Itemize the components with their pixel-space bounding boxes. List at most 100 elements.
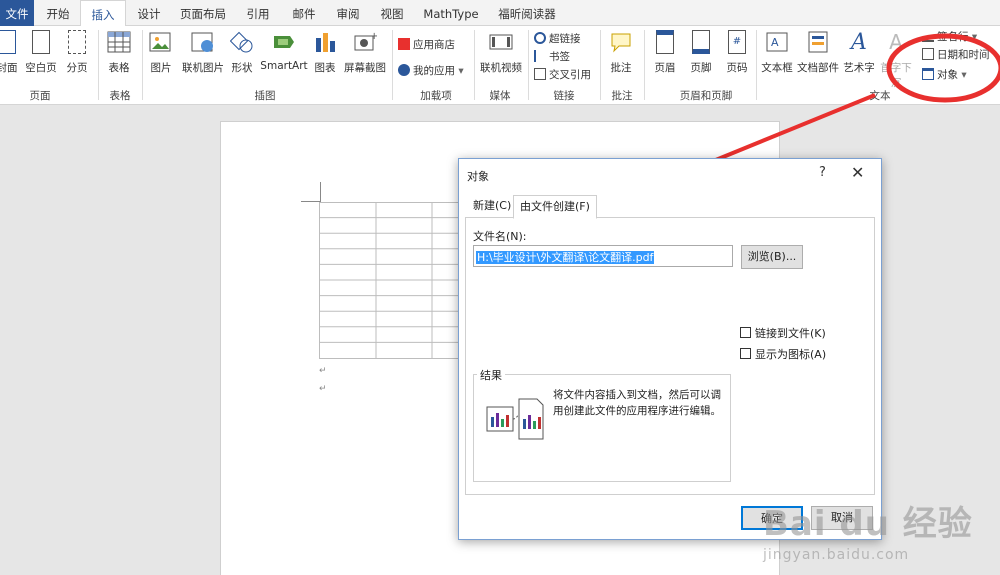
drop-cap-label: 首字下沉 — [880, 62, 912, 89]
store-icon — [398, 38, 410, 50]
object-dialog: 对象 ? ✕ 新建(C) 由文件创建(F) 文件名(N): H:\毕业设计\外文… — [458, 158, 882, 540]
tab-layout[interactable]: 页面布局 — [174, 0, 232, 26]
object-icon — [922, 68, 934, 80]
link-to-file-label: 链接到文件(K) — [755, 327, 826, 340]
hyperlink-label: 超链接 — [549, 33, 581, 45]
blank-page-button[interactable]: 空白页 — [24, 30, 58, 75]
link-to-file-checkbox[interactable]: 链接到文件(K) — [740, 326, 826, 342]
drop-cap-icon: A — [889, 30, 903, 54]
screenshot-button[interactable]: + 屏幕截图 — [342, 30, 388, 75]
watermark-url: jingyan.baidu.com — [763, 547, 910, 563]
cross-reference-label: 交叉引用 — [549, 69, 591, 81]
tab-foxit[interactable]: 福昕阅读器 — [492, 0, 562, 26]
store-button[interactable]: 应用商店 — [398, 36, 455, 54]
object-button[interactable]: 对象 ▾ — [922, 66, 967, 84]
smartart-button[interactable]: SmartArt — [260, 30, 308, 72]
page-number-button[interactable]: # 页码 — [722, 30, 752, 75]
display-as-icon-checkbox[interactable]: 显示为图标(A) — [740, 347, 826, 363]
cover-page-button[interactable]: 封面 — [0, 30, 22, 75]
tab-file[interactable]: 文件 — [0, 0, 34, 26]
store-label: 应用商店 — [413, 39, 455, 51]
table-button[interactable]: 表格 — [104, 30, 134, 75]
chart-label: 图表 — [314, 62, 336, 74]
chevron-down-icon: ▾ — [961, 69, 967, 81]
separator — [392, 30, 393, 100]
tab-design[interactable]: 设计 — [128, 0, 170, 26]
online-video-button[interactable]: 联机视频 — [478, 30, 524, 75]
tab-mathtype[interactable]: MathType — [418, 0, 484, 26]
chevron-down-icon: ▾ — [458, 65, 464, 77]
signature-icon — [922, 30, 934, 42]
footer-icon — [689, 30, 713, 56]
quick-parts-button[interactable]: 文档部件 — [796, 30, 840, 75]
checkbox-box — [740, 327, 751, 338]
picture-icon — [149, 30, 173, 56]
bookmark-label: 书签 — [549, 51, 570, 63]
footer-label: 页脚 — [690, 62, 712, 74]
tab-review[interactable]: 审阅 — [328, 0, 368, 26]
group-label-illustrations: 插图 — [254, 90, 276, 102]
hyperlink-button[interactable]: 超链接 — [534, 30, 581, 48]
drop-cap-button[interactable]: A 首字下沉 — [876, 30, 916, 90]
tab-create-from-file[interactable]: 由文件创建(F) — [513, 195, 597, 219]
shapes-icon — [229, 30, 254, 56]
online-video-icon — [489, 30, 513, 56]
browse-button[interactable]: 浏览(B)... — [741, 245, 803, 269]
tab-references[interactable]: 引用 — [238, 0, 278, 26]
group-label-media: 媒体 — [489, 90, 511, 102]
comment-button[interactable]: 批注 — [606, 30, 636, 75]
wordart-button[interactable]: A 艺术字 — [842, 30, 876, 75]
online-picture-label: 联机图片 — [182, 62, 224, 74]
date-time-button[interactable]: 日期和时间 — [922, 46, 990, 64]
shapes-button[interactable]: 形状 — [228, 30, 256, 75]
cross-reference-button[interactable]: 交叉引用 — [534, 66, 591, 84]
header-label: 页眉 — [654, 62, 676, 74]
display-as-icon-label: 显示为图标(A) — [755, 348, 827, 361]
header-button[interactable]: 页眉 — [650, 30, 680, 75]
separator — [142, 30, 143, 100]
page-break-icon — [65, 30, 89, 56]
bookmark-button[interactable]: 书签 — [534, 48, 570, 66]
smartart-label: SmartArt — [260, 60, 308, 72]
embed-object-icon — [486, 398, 544, 440]
paragraph-mark: ↵ — [319, 384, 327, 394]
picture-button[interactable]: 图片 — [146, 30, 176, 75]
close-icon[interactable]: ✕ — [851, 163, 864, 182]
chart-button[interactable]: 图表 — [310, 30, 340, 75]
help-button[interactable]: ? — [819, 165, 826, 180]
watermark-brand: Bai du 经验 — [763, 504, 973, 544]
tab-mailings[interactable]: 邮件 — [284, 0, 324, 26]
tab-home[interactable]: 开始 — [38, 0, 78, 26]
page-break-button[interactable]: 分页 — [62, 30, 92, 75]
signature-line-button[interactable]: 签名行 ▾ — [922, 28, 977, 46]
my-apps-button[interactable]: 我的应用 ▾ — [398, 62, 464, 80]
collapse-ribbon-icon[interactable]: ⌃ — [986, 86, 994, 96]
my-apps-label: 我的应用 — [413, 65, 455, 77]
group-label-pages: 页面 — [29, 90, 51, 102]
date-time-label: 日期和时间 — [937, 49, 990, 61]
footer-button[interactable]: 页脚 — [686, 30, 716, 75]
svg-text:A: A — [771, 36, 779, 49]
quick-parts-label: 文档部件 — [797, 62, 839, 74]
header-icon — [653, 30, 677, 56]
globe-link-icon — [534, 32, 546, 44]
tab-create-new[interactable]: 新建(C) — [467, 195, 517, 218]
result-description: 将文件内容插入到文档，然后可以调用创建此文件的应用程序进行编辑。 — [553, 389, 721, 417]
tab-insert[interactable]: 插入 — [80, 0, 126, 27]
online-video-label: 联机视频 — [480, 62, 522, 74]
cover-page-icon — [0, 30, 19, 56]
textbox-button[interactable]: A 文本框 — [760, 30, 794, 75]
file-name-value: H:\毕业设计\外文翻译\论文翻译.pdf — [476, 251, 655, 264]
file-name-input[interactable]: H:\毕业设计\外文翻译\论文翻译.pdf — [473, 245, 733, 267]
signature-line-label: 签名行 — [937, 31, 969, 43]
file-name-label: 文件名(N): — [473, 230, 527, 243]
chart-icon — [313, 30, 337, 56]
svg-text:+: + — [370, 31, 377, 42]
group-label-comments: 批注 — [611, 90, 633, 102]
group-label-addins: 加载项 — [420, 90, 452, 102]
tab-view[interactable]: 视图 — [372, 0, 412, 26]
screenshot-icon: + — [353, 30, 378, 56]
textbox-icon: A — [765, 30, 789, 56]
online-picture-button[interactable]: 联机图片 — [180, 30, 226, 75]
wordart-icon: A — [851, 30, 867, 55]
